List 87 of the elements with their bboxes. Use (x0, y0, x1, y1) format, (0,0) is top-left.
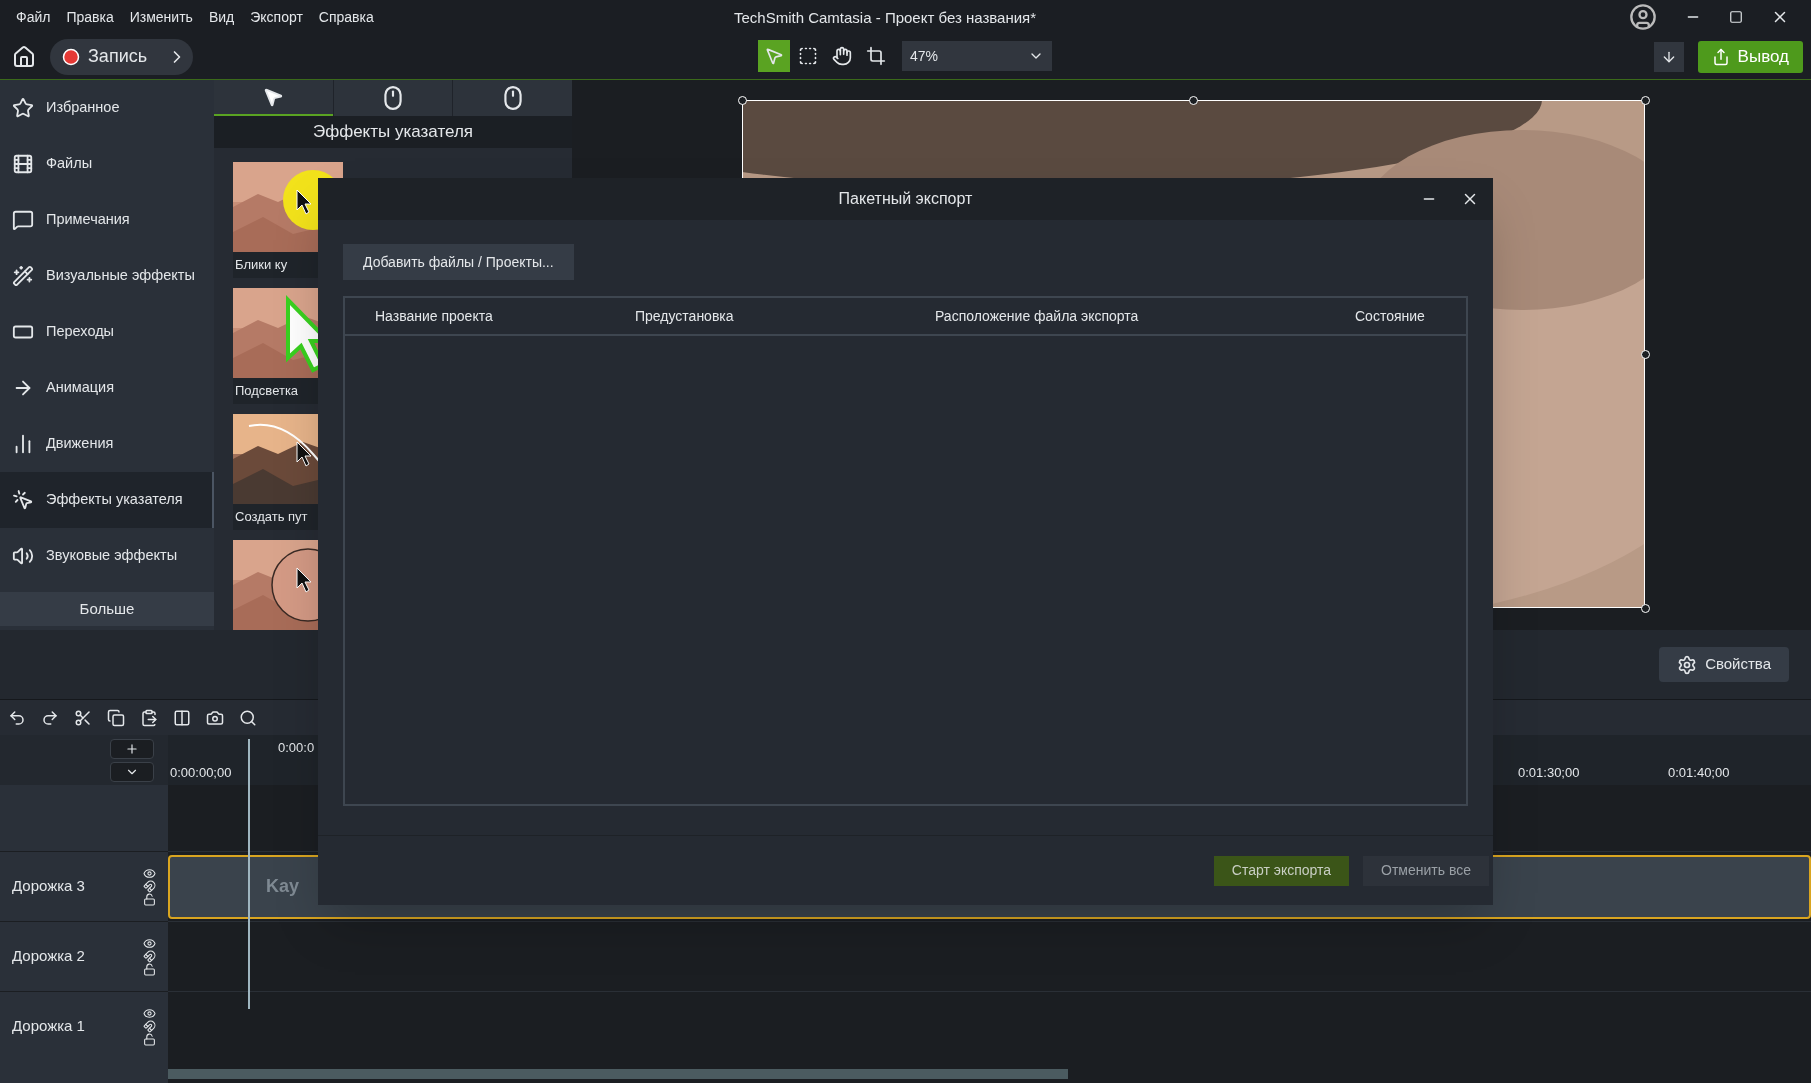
menu-item[interactable]: Справка (310, 6, 382, 28)
magnet-icon[interactable] (143, 880, 156, 893)
sidebar-item[interactable]: Переходы (0, 304, 214, 360)
cursor-click-icon (12, 489, 34, 511)
column-header[interactable]: Название проекта (345, 305, 635, 327)
menu-item[interactable]: Изменить (121, 6, 201, 28)
panel-title: Эффекты указателя (214, 116, 572, 148)
sidebar-item[interactable]: Визуальные эффекты (0, 248, 214, 304)
search-icon (238, 708, 257, 727)
pointer-icon (764, 46, 784, 66)
crop-icon (866, 46, 886, 66)
ruler-time: 0:00:00;00 (170, 764, 232, 782)
redo-icon (40, 708, 59, 727)
effect-label: Блики ку (234, 256, 289, 274)
effects-tab[interactable] (452, 80, 572, 117)
camera-icon (205, 708, 224, 727)
maximize-icon[interactable] (1729, 10, 1743, 24)
film-icon (12, 153, 34, 175)
dialog-title: Пакетный экспорт (838, 189, 973, 209)
properties-button[interactable]: Свойства (1659, 647, 1789, 682)
track-label: Дорожка 3 (12, 876, 85, 897)
copy-icon (106, 708, 125, 727)
avatar-icon[interactable] (1629, 3, 1657, 31)
home-icon[interactable] (12, 44, 36, 69)
sidebar-item[interactable]: Звуковые эффекты (0, 528, 214, 584)
ruler-time: 0:01:30;00 (1518, 764, 1580, 782)
menu-item[interactable]: Экспорт (242, 6, 311, 28)
magnet-icon[interactable] (143, 950, 156, 963)
resize-handle[interactable] (1641, 604, 1650, 613)
magnet-icon[interactable] (143, 1020, 156, 1033)
scissors-icon (73, 708, 92, 727)
effects-tab[interactable] (214, 80, 333, 117)
playhead-time: 0:00:0 (278, 739, 315, 757)
resize-handle[interactable] (1641, 350, 1650, 359)
sidebar-item[interactable]: Примечания (0, 192, 214, 248)
paste-icon (139, 708, 158, 727)
effect-label: Создать пут (234, 508, 309, 526)
sidebar-item[interactable]: Файлы (0, 136, 214, 192)
track-label: Дорожка 2 (12, 946, 85, 967)
record-icon (62, 47, 80, 66)
window-title: TechSmith Camtasia - Проект без названия* (734, 8, 1037, 28)
speech-bubble-icon (12, 209, 34, 231)
more-button[interactable]: Больше (0, 592, 214, 626)
sidebar-item[interactable]: Эффекты указателя (0, 472, 214, 528)
column-header[interactable]: Состояние (1345, 305, 1466, 327)
undo-icon (7, 708, 26, 727)
sidebar-item[interactable]: Анимация (0, 360, 214, 416)
lock-icon[interactable] (143, 963, 156, 976)
settings-icon (1677, 654, 1698, 675)
lock-icon[interactable] (143, 893, 156, 906)
hand-icon (832, 46, 852, 66)
sidebar-item[interactable]: Избранное (0, 80, 214, 136)
pointer-icon (262, 86, 285, 109)
effect-label: Подсветка (234, 382, 300, 400)
resize-handle[interactable] (738, 96, 747, 105)
resize-handle[interactable] (1641, 96, 1650, 105)
speaker-icon (12, 545, 34, 567)
plus-icon (125, 741, 139, 756)
resize-handle[interactable] (1189, 96, 1198, 105)
zoom-dropdown[interactable]: 47% (902, 41, 1052, 71)
scrollbar[interactable] (168, 1069, 1068, 1079)
column-header[interactable]: Расположение файла экспорта (935, 305, 1345, 327)
download-button[interactable] (1653, 41, 1684, 72)
effects-tab[interactable] (332, 80, 453, 117)
wand-icon (12, 265, 34, 287)
dashed-square-icon (798, 46, 818, 66)
eye-icon[interactable] (143, 1007, 156, 1020)
eye-icon[interactable] (143, 937, 156, 950)
column-header[interactable]: Предустановка (635, 305, 935, 327)
export-button[interactable]: Вывод (1697, 40, 1803, 73)
eye-icon[interactable] (143, 867, 156, 880)
menu-item[interactable]: Файл (8, 6, 59, 28)
split-icon (172, 708, 191, 727)
ruler-time: 0:01:40;00 (1668, 764, 1730, 782)
cancel-all-button[interactable]: Отменить все (1363, 855, 1489, 886)
star-icon (12, 97, 34, 119)
add-track-button[interactable] (110, 738, 154, 759)
menu-item[interactable]: Правка (58, 6, 122, 28)
add-files-button[interactable]: Добавить файлы / Проекты... (343, 244, 574, 280)
start-export-button[interactable]: Старт экспорта (1213, 855, 1350, 886)
menu-item[interactable]: Вид (200, 6, 243, 28)
lock-icon[interactable] (143, 1033, 156, 1046)
share-icon (1711, 47, 1730, 66)
track-label: Дорожка 1 (12, 1016, 85, 1037)
clip-label: Kay (266, 875, 300, 898)
sidebar-item[interactable]: Движения (0, 416, 214, 472)
record-button[interactable]: Запись (50, 38, 194, 75)
